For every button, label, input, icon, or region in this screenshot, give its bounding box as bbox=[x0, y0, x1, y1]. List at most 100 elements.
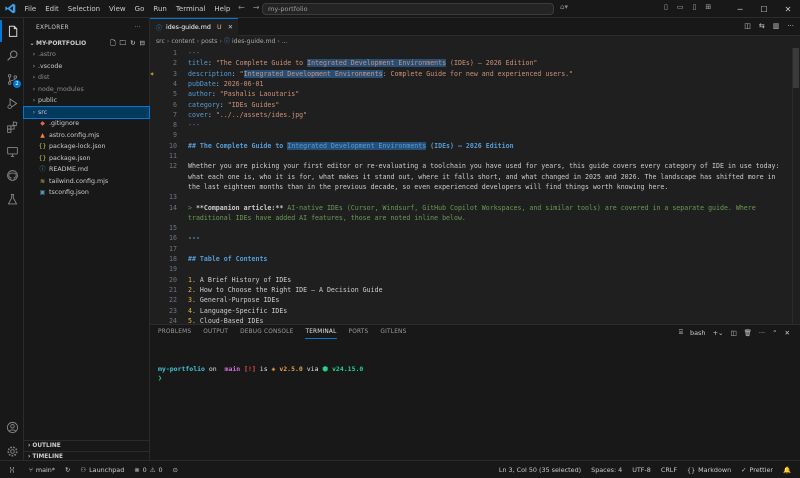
tree-folder[interactable]: › public bbox=[24, 95, 149, 107]
new-file-icon[interactable]: 🗋 bbox=[110, 38, 115, 49]
breadcrumb-item[interactable]: ides-guide.md bbox=[232, 38, 275, 45]
encoding[interactable]: UTF-8 bbox=[627, 466, 656, 474]
maximize-icon[interactable]: ☐ bbox=[752, 0, 776, 18]
minimap[interactable] bbox=[792, 48, 800, 324]
command-center-search[interactable]: my-portfolio bbox=[262, 3, 554, 15]
code-editor[interactable]: 1 --- 2 title: "The Complete Guide to Integ… bbox=[150, 48, 800, 324]
search-icon[interactable] bbox=[0, 44, 24, 66]
collapse-all-icon[interactable]: ⊟ bbox=[140, 38, 145, 49]
kill-terminal-icon[interactable]: 🗑 bbox=[744, 329, 752, 337]
ports-status[interactable]: ⊙ bbox=[168, 466, 183, 474]
menu-edit[interactable]: Edit bbox=[41, 0, 64, 18]
tree-folder[interactable]: › src bbox=[23, 105, 150, 119]
toggle-secondary-sidebar-icon[interactable]: ▯ bbox=[692, 3, 696, 11]
toggle-panel-icon[interactable]: ▭ bbox=[677, 3, 684, 11]
remote-explorer-icon[interactable] bbox=[0, 140, 24, 162]
source-control-icon[interactable]: 2 bbox=[0, 68, 24, 90]
tree-file[interactable]: {} package-lock.json bbox=[24, 141, 149, 153]
tree-file[interactable]: ⓘ README.md bbox=[24, 164, 149, 176]
explorer-icon[interactable] bbox=[0, 20, 24, 42]
toggle-primary-sidebar-icon[interactable]: ▯ bbox=[664, 3, 668, 11]
tree-file[interactable]: ≋ tailwind.config.mjs bbox=[24, 176, 149, 188]
menu-help[interactable]: Help bbox=[210, 0, 235, 18]
tree-folder[interactable]: › node_modules bbox=[24, 84, 149, 96]
breadcrumb-item[interactable]: ... bbox=[282, 38, 288, 45]
launchpad-status[interactable]: ⚇ Launchpad bbox=[75, 466, 129, 474]
code-token: : bbox=[207, 59, 216, 68]
close-panel-icon[interactable]: ✕ bbox=[785, 329, 790, 337]
line-ending[interactable]: CRLF bbox=[656, 466, 682, 474]
customize-layout-icon[interactable]: ⊞ bbox=[705, 3, 711, 11]
problems-status[interactable]: ⊗ 0 ⚠ 0 bbox=[129, 466, 167, 474]
tree-file[interactable]: ▣ tsconfig.json bbox=[24, 187, 149, 199]
menu-run[interactable]: Run bbox=[149, 0, 171, 18]
breadcrumb-item[interactable]: content bbox=[171, 38, 194, 45]
code-line: 5 author: "Pashalis Laoutaris" bbox=[150, 89, 800, 99]
menu-terminal[interactable]: Terminal bbox=[171, 0, 210, 18]
tree-folder[interactable]: › .vscode bbox=[24, 61, 149, 73]
notifications-icon[interactable]: 🔔 bbox=[778, 466, 796, 474]
tab-output[interactable]: OUTPUT bbox=[203, 325, 228, 339]
tab-ports[interactable]: PORTS bbox=[349, 325, 369, 339]
copilot-icon[interactable]: ⌂▾ bbox=[560, 3, 568, 11]
forward-arrow-icon[interactable]: → bbox=[253, 3, 260, 12]
split-editor-icon[interactable]: ▥ bbox=[773, 22, 780, 30]
menu-selection[interactable]: Selection bbox=[63, 0, 104, 18]
tree-item-label: package.json bbox=[49, 154, 91, 162]
close-icon[interactable]: ✕ bbox=[776, 0, 800, 18]
explorer-sidebar: EXPLORER ··· ⌄ MY-PORTFOLIO 🗋 🗀 ↻ ⊟ › .as… bbox=[23, 18, 150, 460]
git-compare-icon[interactable]: ⇆ bbox=[759, 22, 765, 30]
new-terminal-icon[interactable]: +⌄ bbox=[713, 329, 724, 337]
extensions-icon[interactable] bbox=[0, 116, 24, 138]
menu-view[interactable]: View bbox=[105, 0, 131, 18]
outline-section[interactable]: › OUTLINE bbox=[24, 440, 150, 451]
tab-gitlens[interactable]: GITLENS bbox=[380, 325, 406, 339]
account-icon[interactable] bbox=[0, 416, 24, 438]
testing-icon[interactable] bbox=[0, 188, 24, 210]
more-actions-icon[interactable]: ··· bbox=[135, 18, 141, 38]
minimize-icon[interactable]: ─ bbox=[728, 0, 752, 18]
indentation[interactable]: Spaces: 4 bbox=[586, 466, 627, 474]
github-icon[interactable] bbox=[0, 164, 24, 186]
breadcrumb-item[interactable]: src bbox=[156, 38, 165, 45]
breadcrumb-item[interactable]: posts bbox=[201, 38, 217, 45]
tree-file[interactable]: ▲ astro.config.mjs bbox=[24, 130, 149, 142]
git-branch-status[interactable]: ⑂ main* bbox=[24, 466, 60, 474]
settings-icon[interactable] bbox=[0, 440, 24, 462]
menu-file[interactable]: File bbox=[20, 0, 41, 18]
tab-terminal[interactable]: TERMINAL bbox=[305, 325, 337, 339]
more-actions-icon[interactable]: ··· bbox=[787, 22, 794, 30]
tree-folder[interactable]: › .astro bbox=[24, 49, 149, 61]
sync-status[interactable]: ↻ bbox=[60, 466, 75, 474]
remote-indicator-icon[interactable]: ⟩⟨ bbox=[0, 461, 24, 478]
shell-name[interactable]: bash bbox=[690, 329, 706, 337]
run-debug-icon[interactable] bbox=[0, 92, 24, 114]
tab-debug-console[interactable]: DEBUG CONSOLE bbox=[240, 325, 293, 339]
menu-go[interactable]: Go bbox=[130, 0, 149, 18]
tree-file[interactable]: {} package.json bbox=[24, 153, 149, 165]
new-folder-icon[interactable]: 🗀 bbox=[120, 38, 127, 49]
maximize-panel-icon[interactable]: ⌃ bbox=[772, 329, 777, 337]
lightbulb-icon[interactable]: ✶ bbox=[150, 70, 154, 78]
terminal-input-line[interactable]: ❯ bbox=[158, 374, 162, 382]
tree-item-label: node_modules bbox=[38, 85, 84, 93]
prettier-status[interactable]: ✓ Prettier bbox=[736, 466, 778, 474]
minimap-slider[interactable] bbox=[793, 48, 799, 88]
back-arrow-icon[interactable]: ← bbox=[238, 3, 245, 12]
tree-file[interactable]: ◆ .gitignore bbox=[24, 118, 149, 130]
tab-ides-guide[interactable]: ⓘ ides-guide.md U ✕ bbox=[150, 18, 238, 36]
launchpad-label: Launchpad bbox=[89, 465, 125, 474]
code-token: 3. bbox=[188, 296, 196, 305]
cursor-position[interactable]: Ln 3, Col 50 (35 selected) bbox=[494, 466, 586, 474]
more-actions-icon[interactable]: ··· bbox=[759, 329, 765, 337]
open-preview-icon[interactable]: ◫ bbox=[744, 22, 751, 30]
terminal-icon: ⌸ bbox=[679, 328, 683, 336]
language-mode[interactable]: {} Markdown bbox=[682, 466, 736, 474]
tab-problems[interactable]: PROBLEMS bbox=[158, 325, 191, 339]
tree-folder[interactable]: › dist bbox=[24, 72, 149, 84]
project-root[interactable]: ⌄ MY-PORTFOLIO 🗋 🗀 ↻ ⊟ bbox=[24, 38, 149, 49]
close-tab-icon[interactable]: ✕ bbox=[228, 24, 233, 31]
split-terminal-icon[interactable]: ◫ bbox=[730, 329, 736, 337]
tab-untracked-indicator: U bbox=[216, 24, 222, 31]
refresh-icon[interactable]: ↻ bbox=[130, 38, 135, 49]
